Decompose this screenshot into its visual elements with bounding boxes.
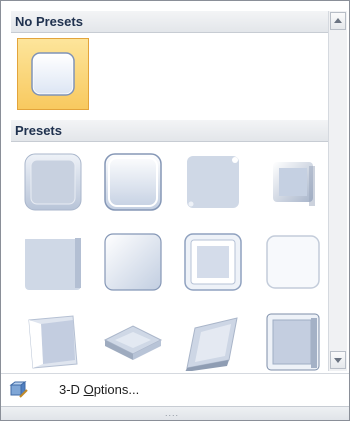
options-label: 3-D Options...: [59, 382, 139, 397]
no-bevel-swatch: [31, 52, 75, 96]
preset-bevel-circle[interactable]: [17, 146, 89, 218]
perspective-right-swatch: [266, 313, 320, 371]
preset-bevel-cross[interactable]: [177, 146, 249, 218]
options-menu-item[interactable]: 3-D Options...: [1, 373, 349, 406]
preset-3d-isometric[interactable]: [97, 306, 169, 371]
perspective-tilt-swatch: [185, 317, 238, 371]
bevel-gallery-dropdown: No Presets Presets 3-D Options... ....: [0, 0, 350, 421]
vertical-scrollbar[interactable]: [328, 11, 347, 371]
preset-bevel-angle[interactable]: [17, 226, 89, 298]
bevel-relaxed-inset-swatch: [104, 153, 162, 211]
options-label-mnemonic: O: [83, 382, 94, 397]
bevel-slope-swatch: [266, 235, 320, 289]
scroll-up-button[interactable]: [330, 12, 346, 30]
preset-3d-perspective-tilt[interactable]: [177, 306, 249, 371]
arrow-down-icon: [334, 358, 342, 363]
preset-bevel-cool-slant[interactable]: [257, 146, 328, 218]
arrow-up-icon: [334, 18, 342, 23]
preset-none[interactable]: [17, 38, 89, 110]
bevel-convex-swatch: [184, 233, 242, 291]
preset-bevel-slope[interactable]: [257, 226, 328, 298]
section-header-presets: Presets: [11, 120, 328, 142]
gallery-content: No Presets Presets: [11, 11, 328, 371]
preset-bevel-soft-round[interactable]: [97, 226, 169, 298]
preset-3d-perspective-left[interactable]: [17, 306, 89, 371]
scroll-down-button[interactable]: [330, 351, 346, 369]
section-header-no-presets: No Presets: [11, 11, 328, 33]
isometric-swatch: [103, 325, 163, 360]
section-title-no-presets: No Presets: [15, 14, 83, 29]
resize-grip[interactable]: ....: [1, 406, 349, 420]
grip-dots: ....: [165, 408, 180, 418]
options-label-pre: 3-D: [59, 382, 84, 397]
bevel-angle-swatch: [25, 236, 81, 290]
bevel-soft-round-swatch: [104, 233, 162, 291]
preset-3d-perspective-right[interactable]: [257, 306, 328, 371]
section-title-presets: Presets: [15, 123, 62, 138]
options-label-post: ptions...: [93, 382, 140, 397]
bevel-circle-swatch: [24, 153, 82, 211]
format-3d-icon: [9, 381, 28, 398]
bevel-cool-slant-swatch: [273, 162, 315, 206]
preset-bevel-convex[interactable]: [177, 226, 249, 298]
preset-bevel-relaxed-inset[interactable]: [97, 146, 169, 218]
perspective-left-swatch: [28, 315, 78, 369]
bevel-cross-swatch: [187, 156, 239, 208]
